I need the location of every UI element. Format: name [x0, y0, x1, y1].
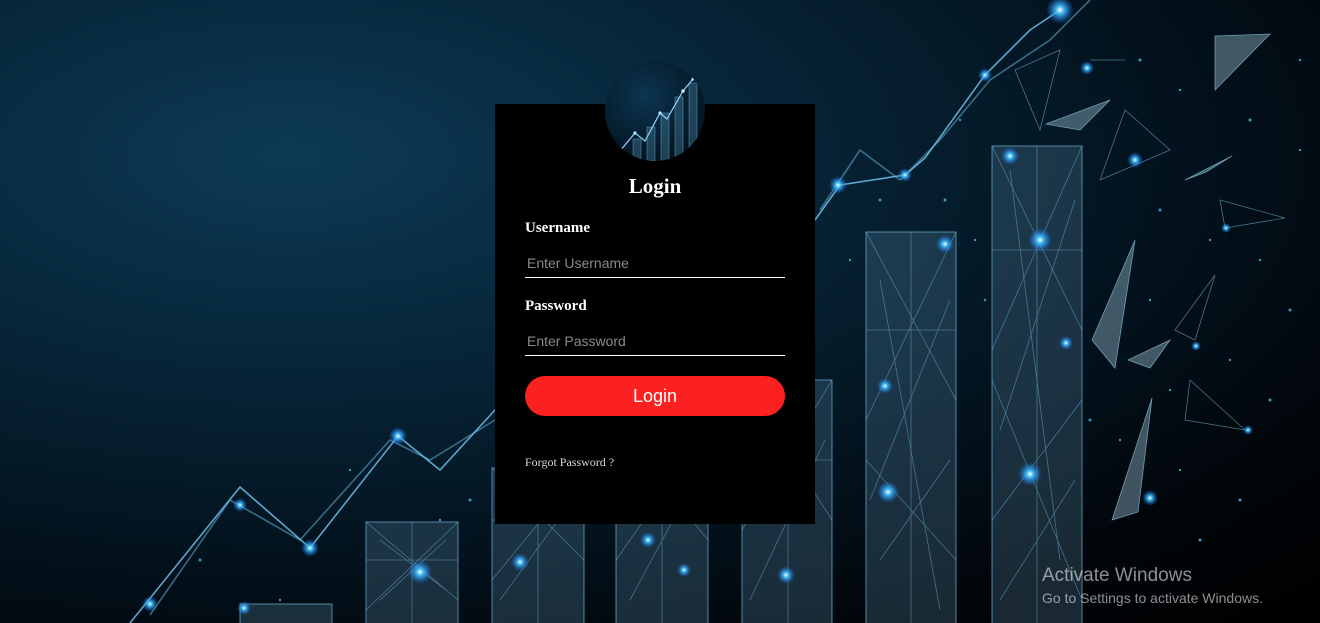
forgot-password-link[interactable]: Forgot Password ?	[525, 455, 614, 470]
growth-chart-network-icon	[605, 61, 705, 161]
activate-windows-watermark: Activate Windows Go to Settings to activ…	[1042, 565, 1263, 609]
username-input[interactable]	[525, 248, 785, 278]
login-card: Login Username Password Login Forgot Pas…	[495, 61, 815, 524]
login-button[interactable]: Login	[525, 376, 785, 416]
password-input[interactable]	[525, 326, 785, 356]
activate-windows-title: Activate Windows	[1042, 565, 1192, 586]
login-page: Login Username Password Login Forgot Pas…	[0, 0, 1320, 623]
activate-windows-subtitle: Go to Settings to activate Windows.	[1042, 590, 1263, 606]
password-label: Password	[525, 298, 587, 314]
username-label: Username	[525, 220, 590, 236]
login-title: Login	[628, 174, 682, 198]
